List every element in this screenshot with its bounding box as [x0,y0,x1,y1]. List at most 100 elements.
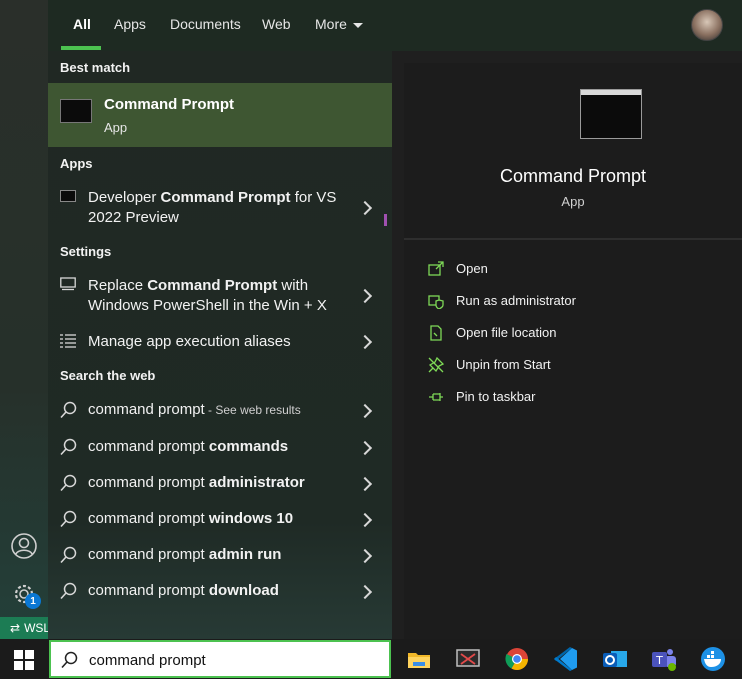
settings-result-line2: Windows PowerShell in the Win + X [88,297,327,314]
app-result-line2: 2022 Preview [88,209,179,226]
chevron-right-icon[interactable] [357,334,373,350]
web-result-bold: commands [208,438,289,455]
list-icon [60,334,76,348]
action-run-as-administrator[interactable]: Run as administrator [404,291,742,315]
taskbar-search-box[interactable] [49,640,391,678]
action-open-label: Open [456,261,488,276]
action-pin-to-taskbar[interactable]: Pin to taskbar [404,387,742,411]
command-prompt-large-icon [580,89,642,139]
web-result-bold: admin run [208,546,282,563]
web-result-pre: command prompt [88,510,209,527]
chevron-right-icon[interactable] [357,548,373,564]
tab-web[interactable]: Web [262,16,291,32]
action-unpin-from-start-label: Unpin from Start [456,357,551,372]
windows-start-icon[interactable] [14,650,34,670]
shield-icon [428,295,444,309]
action-pin-to-taskbar-label: Pin to taskbar [456,389,536,404]
web-result-pre: command prompt [88,474,209,491]
search-icon [60,401,77,419]
tab-all[interactable]: All [73,16,91,32]
docker-icon[interactable] [699,645,727,673]
tab-more-label: More [315,16,347,32]
tab-documents[interactable]: Documents [170,16,241,32]
web-result-text: command prompt - See web results [88,400,301,420]
settings-result-post: with [277,277,309,294]
chevron-right-icon[interactable] [357,512,373,528]
best-match-subtitle: App [104,120,128,135]
app-detail-panel: Command Prompt App Open Run as administr… [404,63,742,639]
chevron-right-icon[interactable] [357,440,373,456]
web-result-text: command prompt download [88,581,279,601]
user-account-icon[interactable] [10,532,38,560]
web-result-6[interactable]: command prompt download [48,578,392,604]
tab-more[interactable]: More [315,16,363,32]
detail-app-kind: App [561,194,585,209]
search-icon [60,546,77,564]
web-result-3[interactable]: command prompt administrator [48,470,392,496]
snipping-tool-icon[interactable] [454,645,482,673]
vscode-icon[interactable] [552,645,580,673]
search-icon [60,510,77,528]
best-match-heading: Best match [60,60,131,75]
web-result-1[interactable]: command prompt - See web results [48,397,392,423]
settings-result-pre: Replace [88,277,148,294]
web-result-pre: command prompt [88,438,209,455]
app-result-bold: Command Prompt [160,189,291,206]
action-open[interactable]: Open [404,259,742,283]
action-open-file-location[interactable]: Open file location [404,323,742,347]
web-result-text: command prompt commands [88,437,288,457]
search-results-panel: Best match Command Prompt App Apps Devel… [48,51,392,639]
web-result-text: command prompt windows 10 [88,509,293,529]
web-result-bold: administrator [208,474,305,491]
outlook-icon[interactable] [601,645,629,673]
app-result-text: Developer Command Prompt for VS 2022 Pre… [88,188,336,228]
app-result-post: for VS [290,189,337,206]
detail-app-name: Command Prompt [499,166,647,186]
aliases-label: Manage app execution aliases [88,333,291,350]
caret-down-icon [352,22,363,28]
scroll-indicator[interactable] [384,214,387,226]
search-input[interactable] [89,649,379,671]
tab-apps[interactable]: Apps [114,16,146,32]
active-tab-underline [61,46,101,50]
chevron-right-icon[interactable] [357,584,373,600]
svg-text:T: T [655,654,663,667]
settings-result-app-aliases[interactable]: Manage app execution aliases [48,329,392,353]
profile-avatar[interactable] [691,9,723,41]
file-explorer-icon[interactable] [405,645,433,673]
chevron-right-icon[interactable] [357,200,373,216]
web-result-4[interactable]: command prompt windows 10 [48,506,392,532]
web-result-pre: command prompt [88,582,209,599]
search-icon [60,438,77,456]
chevron-right-icon[interactable] [357,476,373,492]
settings-result-replace-powershell[interactable]: Replace Command Prompt with Windows Powe… [48,273,392,317]
web-result-text: command prompt administrator [88,473,305,493]
notification-badge: 1 [25,593,41,609]
start-menu-rail: 1 [0,0,48,639]
command-prompt-icon [60,99,92,123]
chevron-right-icon[interactable] [357,288,373,304]
wsl-indicator[interactable]: ⇄ WSL [0,617,48,639]
remote-connection-icon: ⇄ [10,621,21,635]
action-unpin-from-start[interactable]: Unpin from Start [404,355,742,379]
teams-icon[interactable]: T [650,645,678,673]
chrome-icon[interactable] [503,645,531,673]
pin-icon [429,393,443,401]
search-icon [61,651,78,669]
action-run-as-administrator-label: Run as administrator [456,293,576,308]
settings-heading: Settings [60,244,112,259]
chevron-right-icon[interactable] [357,403,373,419]
search-filter-header: All Apps Documents Web More [48,0,742,51]
wsl-label: WSL [24,621,48,635]
app-result-developer-command-prompt[interactable]: Developer Command Prompt for VS 2022 Pre… [48,185,392,229]
web-result-pre: command prompt [88,546,209,563]
settings-result-bold: Command Prompt [147,277,278,294]
web-result-2[interactable]: command prompt commands [48,434,392,460]
see-web-results-hint: - See web results [204,403,301,417]
best-match-title: Command Prompt [104,96,235,113]
unpin-icon [428,357,444,373]
file-location-icon [430,325,442,341]
app-result-pre: Developer [88,189,161,206]
web-result-5[interactable]: command prompt admin run [48,542,392,568]
best-match-item[interactable]: Command Prompt App [48,83,392,147]
